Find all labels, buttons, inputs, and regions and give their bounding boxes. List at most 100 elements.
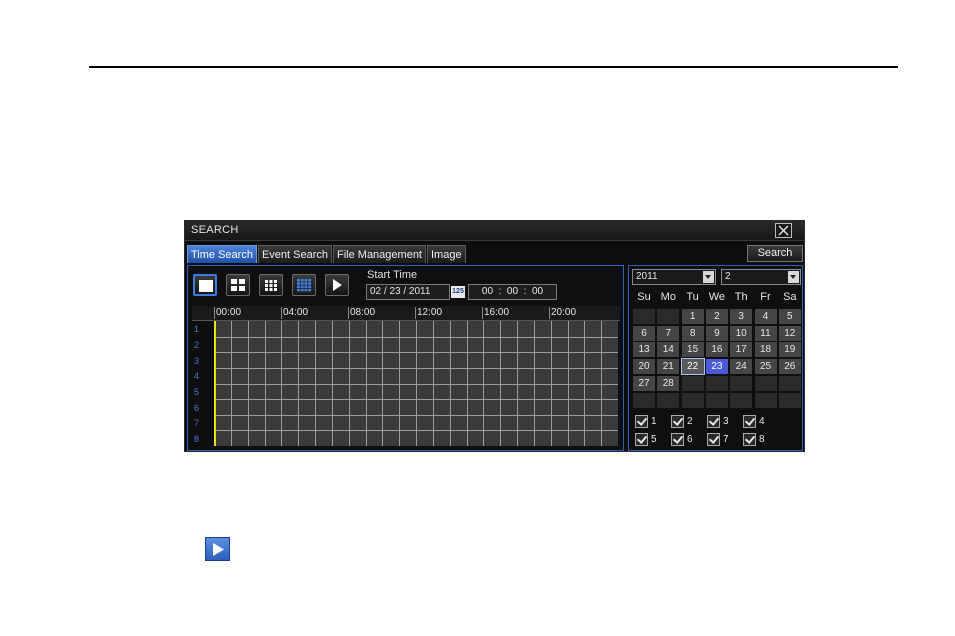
tab-event-search[interactable]: Event Search (257, 245, 332, 263)
checkmark-icon (671, 433, 684, 446)
page-rule (89, 66, 898, 68)
single-view-button[interactable] (193, 274, 217, 296)
start-time-field[interactable]: 00 : 00 : 00 (468, 284, 557, 300)
weekday-header: Sa (783, 291, 797, 303)
channel-checkbox[interactable]: 2 (671, 414, 707, 430)
calendar-day[interactable]: 15 (680, 341, 705, 359)
checkmark-icon (743, 433, 756, 446)
tab-file-management[interactable]: File Management (333, 245, 426, 263)
weekday-header: Mo (660, 291, 676, 303)
calendar-day[interactable]: 12 (777, 324, 802, 342)
play-icon (213, 543, 224, 556)
calendar-empty-cell (632, 391, 656, 409)
quad-view-icon (231, 279, 245, 291)
window-title: SEARCH (191, 224, 239, 236)
calendar-day[interactable]: 25 (753, 358, 778, 376)
close-icon (778, 225, 789, 236)
nine-view-button[interactable] (259, 274, 283, 296)
channel-label: 8 (194, 434, 200, 444)
checkmark-icon (635, 433, 648, 446)
calendar-empty-cell (753, 374, 778, 392)
calendar-day[interactable]: 18 (753, 341, 778, 359)
month-value: 2 (725, 271, 731, 282)
calendar-day[interactable]: 8 (680, 324, 705, 342)
checkmark-icon (635, 415, 648, 428)
channel-checkbox[interactable]: 8 (743, 432, 779, 448)
channel-checkboxes: 1 2 3 4 5 6 7 8 (632, 412, 800, 448)
start-date-field[interactable]: 02 / 23 / 2011 (366, 284, 450, 300)
calendar-day[interactable]: 23 (704, 358, 729, 376)
sixteen-view-button[interactable] (292, 274, 316, 296)
calendar-day[interactable]: 4 (753, 308, 778, 325)
calendar-day[interactable]: 3 (729, 308, 754, 325)
calendar-empty-cell (680, 374, 705, 392)
time-cursor[interactable] (214, 321, 216, 446)
calendar-day[interactable]: 10 (729, 324, 754, 342)
calendar-icon[interactable]: 125 (451, 286, 465, 298)
weekday-header: Tu (686, 291, 699, 303)
calendar-empty-cell (656, 391, 681, 409)
channel-checkbox-label: 5 (651, 434, 657, 445)
calendar-day[interactable]: 16 (704, 341, 729, 359)
calendar-day[interactable]: 26 (777, 358, 802, 376)
month-select[interactable]: 2 (721, 269, 801, 285)
search-button[interactable]: Search (747, 245, 803, 262)
channel-checkbox[interactable]: 4 (743, 414, 779, 430)
channel-label: 1 (194, 324, 200, 334)
sixteen-view-icon (297, 279, 312, 292)
channel-checkbox[interactable]: 7 (707, 432, 743, 448)
calendar-day[interactable]: 11 (753, 324, 778, 342)
calendar-day[interactable]: 14 (656, 341, 681, 359)
quad-view-button[interactable] (226, 274, 250, 296)
channel-label: 3 (194, 356, 200, 366)
calendar-day[interactable]: 22 (680, 358, 705, 376)
tab-time-search[interactable]: Time Search (187, 245, 257, 263)
channel-checkbox[interactable]: 5 (635, 432, 671, 448)
record-grid[interactable] (214, 321, 618, 446)
channel-checkbox[interactable]: 3 (707, 414, 743, 430)
record-grid-lines (214, 321, 618, 446)
time-search-panel: Start Time 02 / 23 / 2011 125 00 : 00 : … (187, 265, 624, 451)
start-time-label: Start Time (367, 269, 418, 281)
calendar-day[interactable]: 6 (632, 324, 656, 342)
channel-checkbox[interactable]: 6 (671, 432, 707, 448)
calendar-day[interactable]: 28 (656, 374, 681, 392)
calendar-day[interactable]: 13 (632, 341, 656, 359)
calendar-day[interactable]: 21 (656, 358, 681, 376)
close-button[interactable] (775, 223, 792, 238)
checkmark-icon (707, 415, 720, 428)
calendar-day[interactable]: 24 (729, 358, 754, 376)
calendar-panel: 2011 2 Su Mo Tu We Th Fr Sa 1 2 3 4 5 6 7 8 9 10 11 12 13 14… (628, 265, 803, 451)
hour-label: 12:00 (415, 307, 443, 319)
hour-ruler: 00:00 04:00 08:00 12:00 16:00 20:00 (192, 306, 620, 321)
checkmark-icon (707, 433, 720, 446)
calendar-day[interactable]: 5 (777, 308, 802, 325)
calendar-day[interactable]: 2 (704, 308, 729, 325)
channel-checkbox[interactable]: 1 (635, 414, 671, 430)
channel-checkbox-label: 3 (723, 416, 729, 427)
hour-label: 04:00 (281, 307, 309, 319)
play-button[interactable] (325, 274, 349, 296)
weekday-header: We (708, 291, 726, 303)
calendar-day[interactable]: 9 (704, 324, 729, 342)
timeline-grid: 00:00 04:00 08:00 12:00 16:00 20:00 1 2 … (192, 306, 620, 448)
calendar-empty-cell (656, 308, 681, 325)
tab-image[interactable]: Image (427, 245, 466, 263)
calendar-day[interactable]: 1 (680, 308, 705, 325)
channel-label: 6 (194, 403, 200, 413)
year-select[interactable]: 2011 (632, 269, 716, 285)
calendar-day[interactable]: 17 (729, 341, 754, 359)
calendar-day[interactable]: 7 (656, 324, 681, 342)
calendar-day[interactable]: 19 (777, 341, 802, 359)
calendar-day[interactable]: 27 (632, 374, 656, 392)
play-button-large[interactable] (205, 537, 230, 561)
calendar-day[interactable]: 20 (632, 358, 656, 376)
single-view-icon (199, 280, 213, 292)
tab-bar: Time Search Event Search File Management… (187, 245, 466, 263)
channel-label: 5 (194, 387, 200, 397)
channel-checkbox-label: 8 (759, 434, 765, 445)
calendar-empty-cell (704, 391, 729, 409)
year-value: 2011 (636, 271, 658, 282)
calendar-empty-cell (753, 391, 778, 409)
calendar-empty-cell (680, 391, 705, 409)
